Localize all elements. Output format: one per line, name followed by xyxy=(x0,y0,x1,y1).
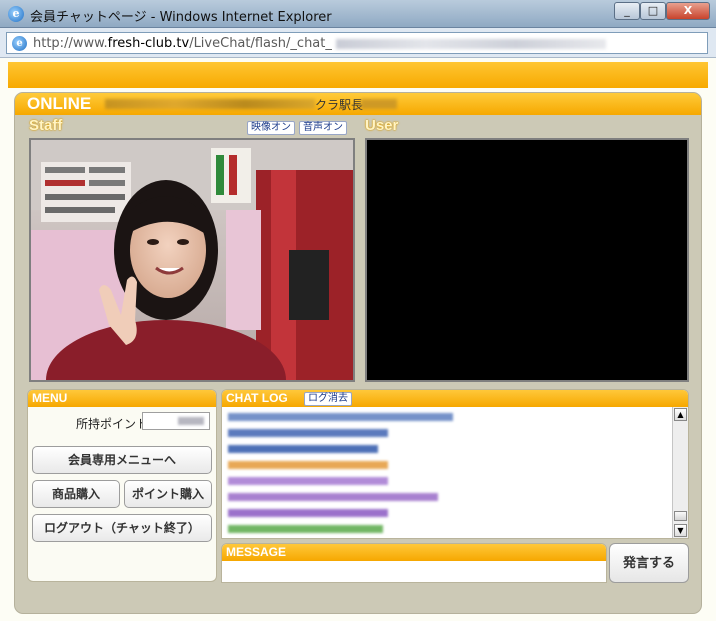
chat-log-header-label: CHAT LOG xyxy=(226,391,288,405)
online-title: ONLINE xyxy=(27,94,92,113)
chat-log-lines xyxy=(228,410,668,538)
chat-log-line xyxy=(228,477,668,490)
staff-suffix-redacted xyxy=(361,99,397,109)
scroll-up-arrow-icon[interactable]: ▲ xyxy=(674,408,687,421)
member-menu-button[interactable]: 会員専用メニューへ xyxy=(32,446,212,474)
chat-line-redacted xyxy=(228,477,388,485)
buy-points-button[interactable]: ポイント購入 xyxy=(124,480,212,508)
chat-log-line xyxy=(228,525,668,538)
chat-log-line xyxy=(228,445,668,458)
video-on-button[interactable]: 映像オン xyxy=(247,121,295,135)
chat-line-redacted xyxy=(228,461,388,469)
chat-line-redacted xyxy=(228,413,453,421)
chat-log-header: CHAT LOG ログ消去 xyxy=(222,390,688,407)
staff-video xyxy=(29,138,355,382)
menu-header-label: MENU xyxy=(32,391,68,405)
minimize-button[interactable]: _ xyxy=(614,2,640,20)
chat-log-line xyxy=(228,429,668,442)
send-button[interactable]: 発言する xyxy=(609,543,689,583)
close-button[interactable]: X xyxy=(666,2,710,20)
chat-line-redacted xyxy=(228,509,388,517)
scroll-thumb[interactable] xyxy=(674,511,687,521)
buy-products-button[interactable]: 商品購入 xyxy=(32,480,120,508)
chat-line-redacted xyxy=(228,493,438,501)
points-value-redacted xyxy=(178,417,204,425)
chat-line-redacted xyxy=(228,429,388,437)
url-redacted xyxy=(335,38,606,49)
online-bar: ONLINE クラ駅長 xyxy=(15,93,701,115)
message-box: MESSAGE xyxy=(221,543,607,583)
url-text: http://www.fresh-club.tv/LiveChat/flash/… xyxy=(33,36,606,51)
points-label: 所持ポイント xyxy=(76,417,149,431)
staff-video-frame xyxy=(31,140,353,380)
internet-explorer-icon: e xyxy=(8,6,24,22)
window-titlebar: e 会員チャットページ - Windows Internet Explorer … xyxy=(0,0,716,28)
chat-log-line xyxy=(228,509,668,522)
user-label: User xyxy=(365,117,399,134)
window-title: 会員チャットページ - Windows Internet Explorer xyxy=(30,10,332,25)
chat-log-box: CHAT LOG ログ消去 ▲ ▼ xyxy=(221,389,689,539)
top-banner xyxy=(8,62,708,88)
user-video xyxy=(365,138,689,382)
clear-log-button[interactable]: ログ消去 xyxy=(304,392,352,406)
staff-name: クラ駅長 xyxy=(315,98,364,112)
staff-label: Staff xyxy=(29,117,63,134)
chat-log-scrollbar[interactable]: ▲ ▼ xyxy=(672,407,688,538)
logout-button[interactable]: ログアウト（チャット終了） xyxy=(32,514,212,542)
menu-box: MENU 所持ポイント 会員専用メニューへ 商品購入 ポイント購入 ログアウト（… xyxy=(27,389,217,582)
audio-on-button[interactable]: 音声オン xyxy=(299,121,347,135)
scroll-down-arrow-icon[interactable]: ▼ xyxy=(674,524,687,537)
online-info-redacted xyxy=(105,99,315,109)
address-bar: e http://www.fresh-club.tv/LiveChat/flas… xyxy=(0,28,716,58)
url-field[interactable]: e http://www.fresh-club.tv/LiveChat/flas… xyxy=(6,32,708,54)
page-favicon-icon: e xyxy=(12,36,27,51)
chat-log-line xyxy=(228,493,668,506)
menu-header: MENU xyxy=(28,390,216,407)
message-header: MESSAGE xyxy=(222,544,606,561)
chat-log-line xyxy=(228,461,668,474)
points-field xyxy=(142,412,210,430)
page-content: ONLINE クラ駅長 Staff 映像オン 音声オン User MENU 所持… xyxy=(0,58,716,621)
chat-line-redacted xyxy=(228,445,378,453)
chat-panel: ONLINE クラ駅長 Staff 映像オン 音声オン User MENU 所持… xyxy=(14,92,702,614)
maximize-button[interactable]: □ xyxy=(640,2,666,20)
chat-log-line xyxy=(228,413,668,426)
message-header-label: MESSAGE xyxy=(226,545,287,559)
message-input[interactable] xyxy=(224,561,604,582)
chat-line-redacted xyxy=(228,525,383,533)
